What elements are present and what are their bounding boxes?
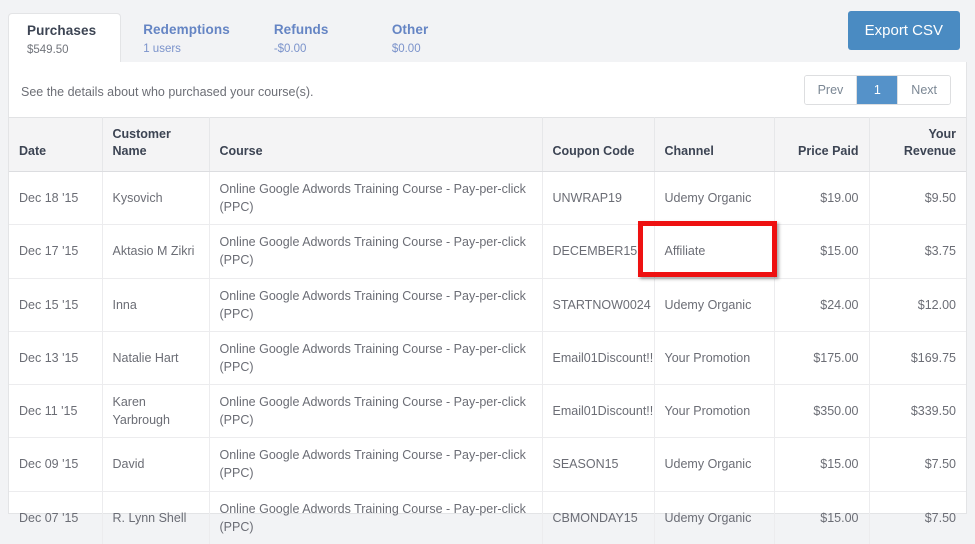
pagination-page-1[interactable]: 1: [857, 76, 898, 104]
cell-customer-name: Kysovich: [102, 172, 209, 225]
table-header-row: Date Customer Name Course Coupon Code Ch…: [9, 118, 966, 172]
table-row: Dec 11 '15 Karen Yarbrough Online Google…: [9, 385, 966, 438]
cell-customer-name: David: [102, 438, 209, 491]
cell-channel: Your Promotion: [654, 385, 774, 438]
cell-date: Dec 07 '15: [9, 491, 102, 544]
cell-coupon-code: STARTNOW0024: [542, 278, 654, 331]
purchases-panel: See the details about who purchased your…: [8, 62, 967, 514]
column-header-price-paid: Price Paid: [774, 118, 869, 172]
cell-your-revenue[interactable]: $9.50: [869, 172, 966, 225]
tab-other-value: $0.00: [392, 42, 466, 56]
tab-redemptions-value: 1 users: [143, 42, 230, 56]
tab-purchases-value: $549.50: [27, 43, 96, 57]
table-row: Dec 09 '15 David Online Google Adwords T…: [9, 438, 966, 491]
table-row: Dec 15 '15 Inna Online Google Adwords Tr…: [9, 278, 966, 331]
cell-channel: Udemy Organic: [654, 278, 774, 331]
cell-your-revenue[interactable]: $3.75: [869, 225, 966, 278]
cell-your-revenue[interactable]: $339.50: [869, 385, 966, 438]
cell-course: Online Google Adwords Training Course - …: [209, 278, 542, 331]
cell-coupon-code: Email01Discount!!: [542, 385, 654, 438]
table-row: Dec 13 '15 Natalie Hart Online Google Ad…: [9, 331, 966, 384]
table-header: Date Customer Name Course Coupon Code Ch…: [9, 118, 966, 172]
cell-date: Dec 13 '15: [9, 331, 102, 384]
cell-price-paid: $15.00: [774, 225, 869, 278]
cell-customer-name: Inna: [102, 278, 209, 331]
column-header-course: Course: [209, 118, 542, 172]
cell-course: Online Google Adwords Training Course - …: [209, 225, 542, 278]
cell-price-paid: $175.00: [774, 331, 869, 384]
cell-customer-name: Natalie Hart: [102, 331, 209, 384]
tab-list: Purchases $549.50 Redemptions 1 users Re…: [8, 13, 488, 62]
export-csv-button[interactable]: Export CSV: [848, 11, 960, 50]
cell-customer-name: R. Lynn Shell: [102, 491, 209, 544]
pagination: Prev 1 Next: [804, 75, 951, 105]
tab-redemptions-label: Redemptions: [143, 22, 230, 39]
column-header-channel: Channel: [654, 118, 774, 172]
cell-date: Dec 09 '15: [9, 438, 102, 491]
cell-your-revenue[interactable]: $12.00: [869, 278, 966, 331]
table-row: Dec 18 '15 Kysovich Online Google Adword…: [9, 172, 966, 225]
cell-your-revenue[interactable]: $7.50: [869, 438, 966, 491]
table-row: Dec 07 '15 R. Lynn Shell Online Google A…: [9, 491, 966, 544]
tab-purchases[interactable]: Purchases $549.50: [8, 13, 121, 62]
cell-coupon-code: DECEMBER15: [542, 225, 654, 278]
cell-price-paid: $19.00: [774, 172, 869, 225]
purchases-table: Date Customer Name Course Coupon Code Ch…: [9, 117, 966, 544]
cell-price-paid: $24.00: [774, 278, 869, 331]
cell-customer-name: Karen Yarbrough: [102, 385, 209, 438]
tab-refunds-value: -$0.00: [274, 42, 348, 56]
column-header-date: Date: [9, 118, 102, 172]
column-header-coupon-code: Coupon Code: [542, 118, 654, 172]
tab-other-label: Other: [392, 22, 466, 39]
cell-channel: Udemy Organic: [654, 438, 774, 491]
column-header-customer-name: Customer Name: [102, 118, 209, 172]
tab-refunds-label: Refunds: [274, 22, 348, 39]
cell-date: Dec 17 '15: [9, 225, 102, 278]
cell-channel-affiliate: Affiliate: [654, 225, 774, 278]
cell-coupon-code: UNWRAP19: [542, 172, 654, 225]
cell-course: Online Google Adwords Training Course - …: [209, 331, 542, 384]
panel-description: See the details about who purchased your…: [21, 85, 314, 99]
cell-customer-name: Aktasio M Zikri: [102, 225, 209, 278]
column-header-your-revenue: Your Revenue: [869, 118, 966, 172]
tab-purchases-label: Purchases: [27, 23, 96, 40]
cell-course: Online Google Adwords Training Course - …: [209, 385, 542, 438]
tab-redemptions[interactable]: Redemptions 1 users: [121, 13, 252, 62]
cell-coupon-code: Email01Discount!!: [542, 331, 654, 384]
pagination-prev-button[interactable]: Prev: [805, 76, 858, 104]
cell-course: Online Google Adwords Training Course - …: [209, 491, 542, 544]
cell-price-paid: $350.00: [774, 385, 869, 438]
table-row: Dec 17 '15 Aktasio M Zikri Online Google…: [9, 225, 966, 278]
cell-course: Online Google Adwords Training Course - …: [209, 438, 542, 491]
table-body: Dec 18 '15 Kysovich Online Google Adword…: [9, 172, 966, 544]
tab-strip: Purchases $549.50 Redemptions 1 users Re…: [0, 0, 975, 62]
earnings-report-page: Purchases $549.50 Redemptions 1 users Re…: [0, 0, 975, 521]
cell-coupon-code: SEASON15: [542, 438, 654, 491]
tab-other[interactable]: Other $0.00: [370, 13, 488, 62]
tab-refunds[interactable]: Refunds -$0.00: [252, 13, 370, 62]
cell-channel: Udemy Organic: [654, 491, 774, 544]
cell-date: Dec 15 '15: [9, 278, 102, 331]
cell-price-paid: $15.00: [774, 438, 869, 491]
cell-channel: Your Promotion: [654, 331, 774, 384]
cell-date: Dec 11 '15: [9, 385, 102, 438]
cell-course: Online Google Adwords Training Course - …: [209, 172, 542, 225]
cell-date: Dec 18 '15: [9, 172, 102, 225]
cell-your-revenue[interactable]: $7.50: [869, 491, 966, 544]
pagination-next-button[interactable]: Next: [898, 76, 950, 104]
cell-coupon-code: CBMONDAY15: [542, 491, 654, 544]
cell-channel: Udemy Organic: [654, 172, 774, 225]
cell-your-revenue[interactable]: $169.75: [869, 331, 966, 384]
panel-header: See the details about who purchased your…: [9, 62, 966, 117]
cell-price-paid: $15.00: [774, 491, 869, 544]
